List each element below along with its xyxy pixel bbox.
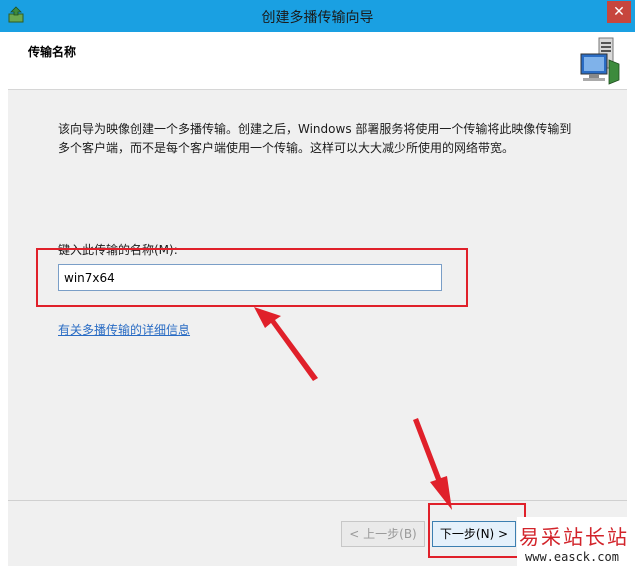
wizard-window: 创建多播传输向导 ✕ 传输名称 该向导为映像创建一个多播传输。创建之后，Wind… — [0, 0, 635, 569]
watermark-url: www.easck.com — [525, 550, 619, 564]
watermark-title: 易采站长站 — [519, 525, 629, 549]
arrow-to-input — [254, 307, 318, 381]
watermark: 易采站长站 www.easck.com — [517, 517, 635, 569]
arrow-to-next-button — [413, 418, 452, 510]
annotation-arrows — [254, 307, 452, 510]
